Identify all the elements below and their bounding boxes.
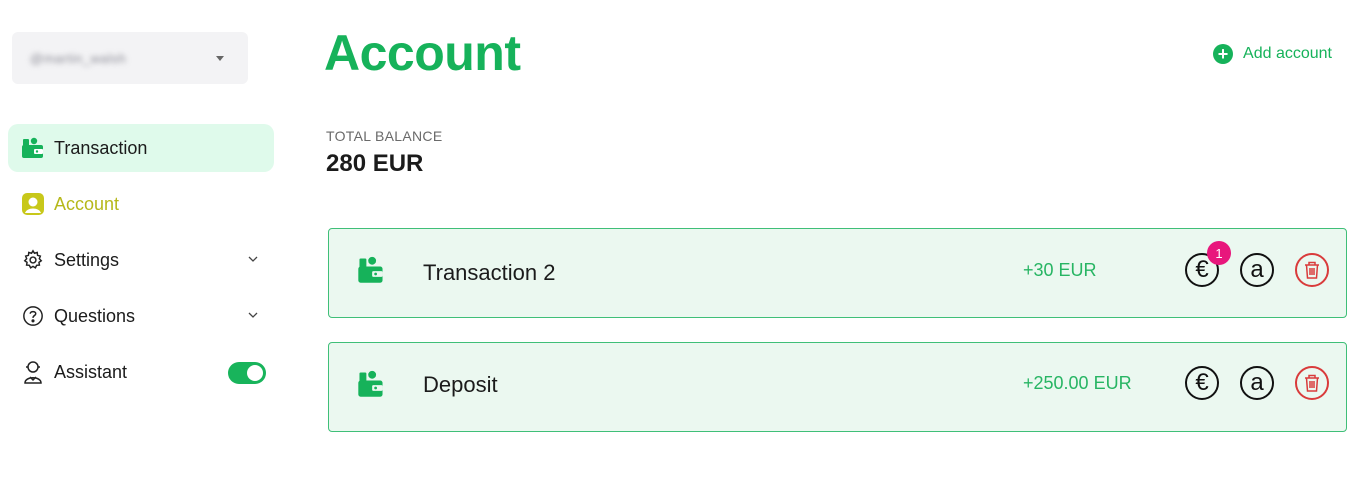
sidebar-item-label: Settings — [54, 249, 120, 270]
transaction-card[interactable]: Deposit +250.00 EUR € a — [328, 342, 1347, 432]
transaction-title: Deposit — [423, 372, 498, 397]
a-button[interactable]: a — [1240, 253, 1274, 287]
add-account-button[interactable]: + Add account — [1213, 44, 1332, 64]
total-balance-label: TOTAL BALANCE — [326, 128, 443, 144]
delete-button[interactable] — [1295, 366, 1329, 400]
notification-badge: 1 — [1207, 241, 1231, 265]
a-button[interactable]: a — [1240, 366, 1274, 400]
account-icon — [20, 191, 46, 217]
euro-icon: € — [1195, 369, 1209, 396]
a-icon: a — [1250, 369, 1264, 396]
sidebar-item-questions[interactable]: Questions — [8, 292, 274, 340]
sidebar-nav: Transaction Account Settings Questions A… — [8, 124, 274, 404]
user-select[interactable]: @martin_walsh — [12, 32, 248, 84]
question-icon — [20, 303, 46, 329]
sidebar-item-transaction[interactable]: Transaction — [8, 124, 274, 172]
transaction-card[interactable]: Transaction 2 +30 EUR € 1 a — [328, 228, 1347, 318]
sidebar-item-label: Questions — [54, 305, 136, 326]
gear-icon — [20, 247, 46, 273]
user-name: @martin_walsh — [30, 50, 127, 66]
delete-button[interactable] — [1295, 253, 1329, 287]
trash-icon — [1305, 261, 1319, 279]
plus-icon: + — [1213, 44, 1234, 64]
euro-button[interactable]: € — [1185, 366, 1219, 400]
total-balance-value: 280 EUR — [326, 150, 424, 177]
sidebar-item-label: Transaction — [54, 137, 148, 158]
sidebar-item-settings[interactable]: Settings — [8, 236, 274, 284]
sidebar-item-label: Assistant — [54, 361, 128, 382]
euro-icon: € — [1195, 256, 1209, 283]
assistant-icon — [20, 359, 46, 385]
transaction-amount: +30 EUR — [1023, 260, 1097, 280]
wallet-icon — [357, 369, 385, 404]
chevron-down-icon — [248, 256, 258, 262]
sidebar-item-account[interactable]: Account — [8, 180, 274, 228]
sidebar-item-label: Account — [54, 193, 120, 214]
wallet-icon — [20, 135, 46, 161]
assistant-toggle[interactable] — [228, 362, 266, 384]
add-account-label: Add account — [1243, 45, 1332, 62]
chevron-down-icon — [216, 56, 224, 61]
transaction-amount: +250.00 EUR — [1023, 373, 1132, 393]
a-icon: a — [1250, 256, 1264, 283]
page-title: Account — [324, 25, 521, 81]
transaction-title: Transaction 2 — [423, 260, 556, 285]
chevron-down-icon — [248, 312, 258, 318]
trash-icon — [1305, 374, 1319, 392]
sidebar-item-assistant[interactable]: Assistant — [8, 348, 274, 396]
wallet-icon — [357, 255, 385, 290]
